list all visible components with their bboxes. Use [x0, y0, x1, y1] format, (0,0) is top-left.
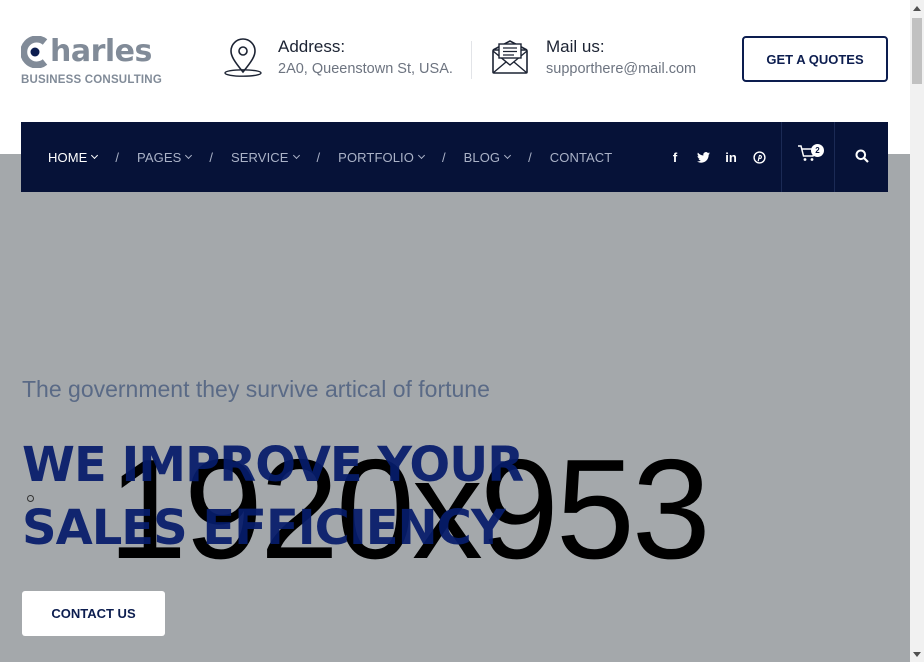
social-links: f in	[661, 122, 773, 192]
hero-headline-line: SALES EFFICIENCY	[22, 500, 506, 556]
nav-separator: /	[115, 149, 120, 165]
nav-item-label: PORTFOLIO	[338, 149, 414, 165]
nav-item-portfolio[interactable]: PORTFOLIO	[338, 149, 426, 165]
nav-menu: HOME / PAGES / SERVICE / PORTFOLIO / BLO…	[48, 122, 612, 192]
nav-separator: /	[441, 149, 446, 165]
logo-tagline: BUSINESS CONSULTING	[21, 74, 162, 86]
contact-us-button[interactable]: CONTACT US	[22, 591, 165, 636]
scroll-down-icon[interactable]	[912, 649, 922, 659]
nav-separator: /	[209, 149, 213, 165]
nav-separator: /	[528, 149, 532, 165]
address-info: Address: 2A0, Queenstown St, USA.	[222, 36, 453, 80]
scrollbar-thumb[interactable]	[912, 18, 922, 84]
nav-item-label: BLOG	[463, 149, 501, 165]
nav-item-service[interactable]: SERVICE	[231, 149, 300, 165]
cart-count-badge: 2	[811, 144, 824, 157]
chevron-down-icon	[185, 151, 193, 160]
nav-item-contact[interactable]: CONTACT	[550, 150, 613, 165]
logo[interactable]: harles BUSINESS CONSULTING	[21, 34, 162, 86]
decorative-dot	[27, 495, 34, 502]
nav-item-blog[interactable]: BLOG	[463, 149, 512, 165]
chevron-down-icon	[91, 151, 99, 160]
scroll-up-icon[interactable]	[912, 3, 922, 13]
logo-wordmark: harles	[50, 34, 152, 69]
search-icon[interactable]	[855, 149, 871, 165]
mail-info: Mail us: supporthere@mail.com	[490, 36, 696, 80]
mail-icon	[490, 36, 534, 80]
nav-separator: /	[316, 149, 321, 165]
nav-item-label: CONTACT	[549, 149, 613, 165]
nav-item-label: PAGES	[137, 149, 182, 165]
chevron-down-icon	[292, 151, 300, 160]
hero-headline: WE IMPROVE YOUR SALES EFFICIENCY	[22, 434, 524, 560]
chevron-down-icon	[504, 151, 512, 160]
address-text: 2A0, Queenstown St, USA.	[278, 61, 453, 77]
facebook-icon[interactable]: f	[661, 150, 689, 165]
nav-item-home[interactable]: HOME	[48, 149, 99, 165]
nav-divider	[834, 122, 835, 192]
hero-subtitle: The government they survive artical of f…	[22, 376, 490, 402]
nav-item-label: SERVICE	[231, 149, 289, 165]
chevron-down-icon	[417, 151, 426, 160]
nav-item-label: HOME	[48, 149, 88, 165]
mail-text[interactable]: supporthere@mail.com	[546, 61, 696, 77]
mail-title: Mail us:	[546, 37, 605, 56]
map-pin-icon	[222, 36, 266, 80]
header-divider	[471, 41, 472, 79]
hero-headline-line: WE IMPROVE YOUR	[22, 437, 524, 493]
address-title: Address:	[278, 37, 346, 56]
main-nav: HOME / PAGES / SERVICE / PORTFOLIO / BLO…	[21, 122, 888, 192]
linkedin-icon[interactable]: in	[717, 150, 745, 165]
twitter-icon[interactable]	[689, 151, 717, 163]
scrollbar-track[interactable]	[910, 0, 924, 662]
get-quote-button[interactable]: GET A QUOTES	[742, 36, 888, 82]
nav-divider	[781, 122, 782, 192]
logo-c-icon	[21, 36, 49, 68]
nav-item-pages[interactable]: PAGES	[137, 149, 193, 165]
pinterest-icon[interactable]	[745, 150, 773, 164]
